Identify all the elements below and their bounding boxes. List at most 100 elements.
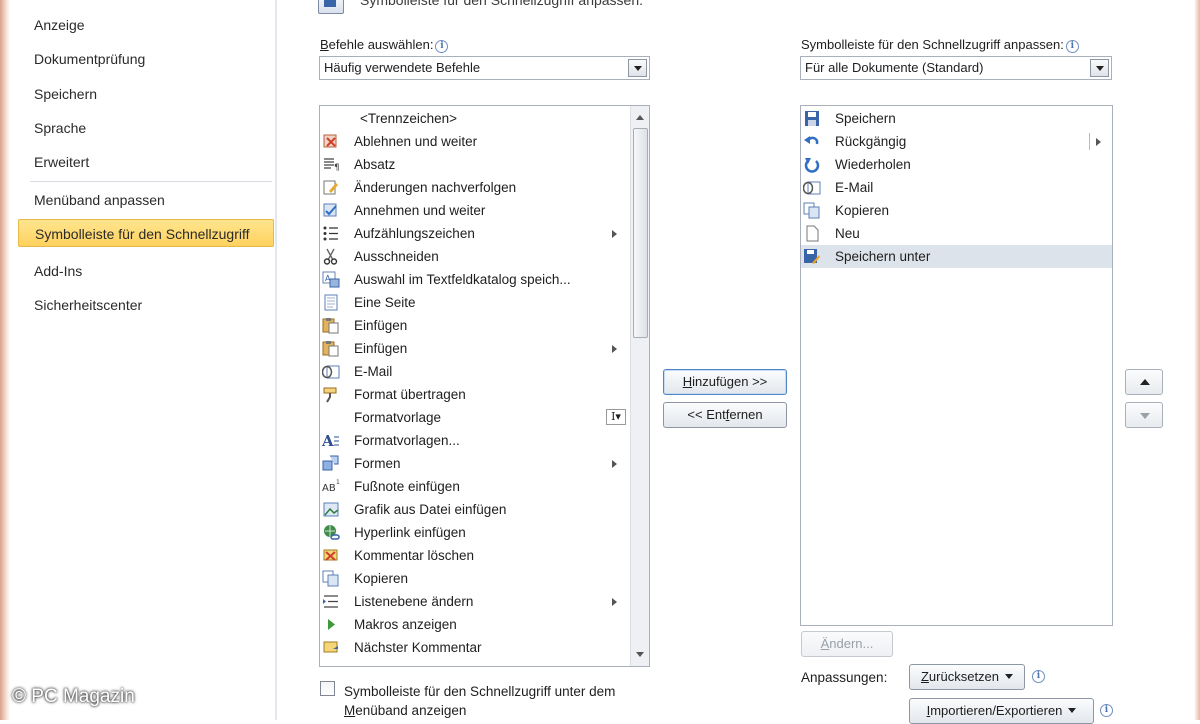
list-item[interactable]: Listenebene ändern: [320, 590, 630, 613]
scroll-thumb[interactable]: [633, 128, 648, 338]
toolbar-label: Symbolleiste für den Schnellzugriff anpa…: [801, 37, 1079, 53]
next-comment-icon: [322, 639, 340, 656]
svg-text:AB: AB: [322, 483, 336, 494]
list-item[interactable]: Einfügen: [320, 337, 630, 360]
list-item-label: Kopieren: [354, 571, 409, 586]
format-painter-icon: [322, 386, 340, 403]
sidebar-separator: [275, 0, 277, 720]
toolbar-list-item[interactable]: E-Mail: [801, 176, 1112, 199]
toolbar-list-item[interactable]: Speichern: [801, 107, 1112, 130]
list-item[interactable]: Makros anzeigen: [320, 613, 630, 636]
toolbar-list-item-label: Rückgängig: [835, 134, 907, 149]
add-button[interactable]: Hinzufügen >>: [663, 369, 787, 395]
list-item[interactable]: Grafik aus Datei einfügen: [320, 498, 630, 521]
list-item[interactable]: E-Mail: [320, 360, 630, 383]
info-icon[interactable]: i: [1100, 704, 1113, 717]
move-up-button[interactable]: [1125, 369, 1163, 395]
list-item[interactable]: Formatvorlage I▾: [320, 406, 630, 429]
move-down-button[interactable]: [1125, 402, 1163, 428]
list-item-label: Kommentar löschen: [354, 548, 475, 563]
sidebar-item-sicherheitscenter[interactable]: Sicherheitscenter: [34, 291, 142, 319]
toolbar-label-text: Symbolleiste für den Schnellzugriff anpa…: [801, 37, 1064, 52]
import-export-button[interactable]: Importieren/Exportieren: [909, 698, 1094, 724]
chevron-down-icon[interactable]: [628, 59, 647, 77]
page-icon: [322, 294, 340, 311]
sidebar-item-anzeige[interactable]: Anzeige: [34, 11, 85, 39]
list-item[interactable]: Hyperlink einfügen: [320, 521, 630, 544]
checkbox-mnemonic: M: [344, 703, 356, 718]
show-below-ribbon-checkbox[interactable]: [320, 681, 335, 696]
list-item[interactable]: Format übertragen: [320, 383, 630, 406]
toolbar-scope-select[interactable]: Für alle Dokumente (Standard): [800, 56, 1112, 80]
list-item[interactable]: Einfügen: [320, 314, 630, 337]
sidebar-item-erweitert[interactable]: Erweitert: [34, 148, 89, 176]
list-item[interactable]: Ablehnen und weiter: [320, 130, 630, 153]
style-combo-icon: I▾: [606, 409, 626, 425]
add-button-label: inzufügen >>: [692, 374, 768, 389]
list-item-label: Ausschneiden: [354, 249, 439, 264]
toolbar-list-item[interactable]: Neu: [801, 222, 1112, 245]
list-item[interactable]: Formen: [320, 452, 630, 475]
list-item[interactable]: AB 1 Fußnote einfügen: [320, 475, 630, 498]
toolbar-list-item[interactable]: Kopieren: [801, 199, 1112, 222]
sidebar-item-add-ins[interactable]: Add-Ins: [34, 257, 82, 285]
list-item[interactable]: <Trennzeichen>: [320, 107, 630, 130]
show-below-ribbon-label[interactable]: Symbolleiste für den Schnellzugriff unte…: [344, 682, 615, 720]
toolbar-list-item-label: E-Mail: [835, 180, 874, 195]
list-item[interactable]: Kommentar löschen: [320, 544, 630, 567]
copy-icon: [322, 570, 340, 587]
info-icon[interactable]: i: [435, 40, 449, 53]
toolbar-list-item-label: Speichern unter: [835, 249, 931, 264]
sidebar-item-menueband[interactable]: Menüband anpassen: [34, 186, 165, 214]
list-item-label: Ablehnen und weiter: [354, 134, 478, 149]
save-as-icon: [803, 248, 821, 265]
chevron-down-icon: [1068, 708, 1077, 713]
list-item[interactable]: A Auswahl im Textfeldkatalog speich...: [320, 268, 630, 291]
undo-icon: [803, 133, 821, 150]
bullets-icon: [322, 225, 340, 242]
sidebar-item-sprache[interactable]: Sprache: [34, 114, 86, 142]
list-item[interactable]: Ausschneiden: [320, 245, 630, 268]
toolbar-list[interactable]: Speichern Rückgängig Wiederholen E-Mail Kopi…: [800, 105, 1113, 626]
list-item[interactable]: A Formatvorlagen...: [320, 429, 630, 452]
email-icon: [802, 179, 821, 196]
list-item[interactable]: Annehmen und weiter: [320, 199, 630, 222]
toolbar-list-item[interactable]: Wiederholen: [801, 153, 1112, 176]
window-frame-left: [0, 0, 10, 720]
scroll-up-icon[interactable]: [631, 108, 649, 126]
submenu-arrow-icon: [612, 345, 617, 353]
sidebar-item-schnellzugriff[interactable]: Symbolleiste für den Schnellzugriff: [18, 219, 274, 247]
reset-button[interactable]: Zurücksetzen: [909, 664, 1025, 690]
info-icon[interactable]: i: [1065, 40, 1079, 53]
chevron-down-icon[interactable]: [1090, 59, 1109, 77]
list-item-label: Aufzählungszeichen: [354, 226, 475, 241]
toolbar-list-item[interactable]: Speichern unter: [801, 245, 1112, 268]
toolbar-list-item[interactable]: Rückgängig: [801, 130, 1112, 153]
list-item[interactable]: Aufzählungszeichen: [320, 222, 630, 245]
svg-text:A: A: [322, 432, 334, 449]
shapes-icon: [322, 455, 340, 472]
info-icon[interactable]: i: [1032, 670, 1045, 683]
list-item[interactable]: Kopieren: [320, 567, 630, 590]
sidebar-item-dokumentpruefung[interactable]: Dokumentprüfung: [34, 45, 145, 73]
list-item[interactable]: Änderungen nachverfolgen: [320, 176, 630, 199]
list-item-label: Format übertragen: [354, 387, 466, 402]
page-title: Symbolleiste für den Schnellzugriff anpa…: [360, 0, 644, 8]
submenu-arrow-icon: [1096, 138, 1101, 146]
list-item[interactable]: Eine Seite: [320, 291, 630, 314]
list-item[interactable]: ¶ Absatz: [320, 153, 630, 176]
list-item-label: <Trennzeichen>: [360, 111, 458, 126]
save-icon: [803, 110, 821, 127]
commands-select[interactable]: Häufig verwendete Befehle: [319, 56, 650, 80]
commands-scrollbar[interactable]: [630, 106, 649, 666]
scissors-icon: [322, 248, 340, 265]
sidebar-item-speichern[interactable]: Speichern: [34, 80, 97, 108]
list-item[interactable]: Nächster Kommentar: [320, 636, 630, 659]
chevron-down-icon: [1005, 674, 1014, 679]
quick-access-toolbar-icon: [318, 0, 344, 14]
remove-button[interactable]: << Entfernen: [663, 402, 787, 428]
paste-icon: [322, 317, 340, 334]
scroll-down-icon[interactable]: [631, 646, 649, 664]
commands-list[interactable]: <Trennzeichen> Ablehnen und weiter ¶ Absatz…: [319, 105, 650, 667]
modify-button[interactable]: Ändern...: [801, 631, 893, 657]
